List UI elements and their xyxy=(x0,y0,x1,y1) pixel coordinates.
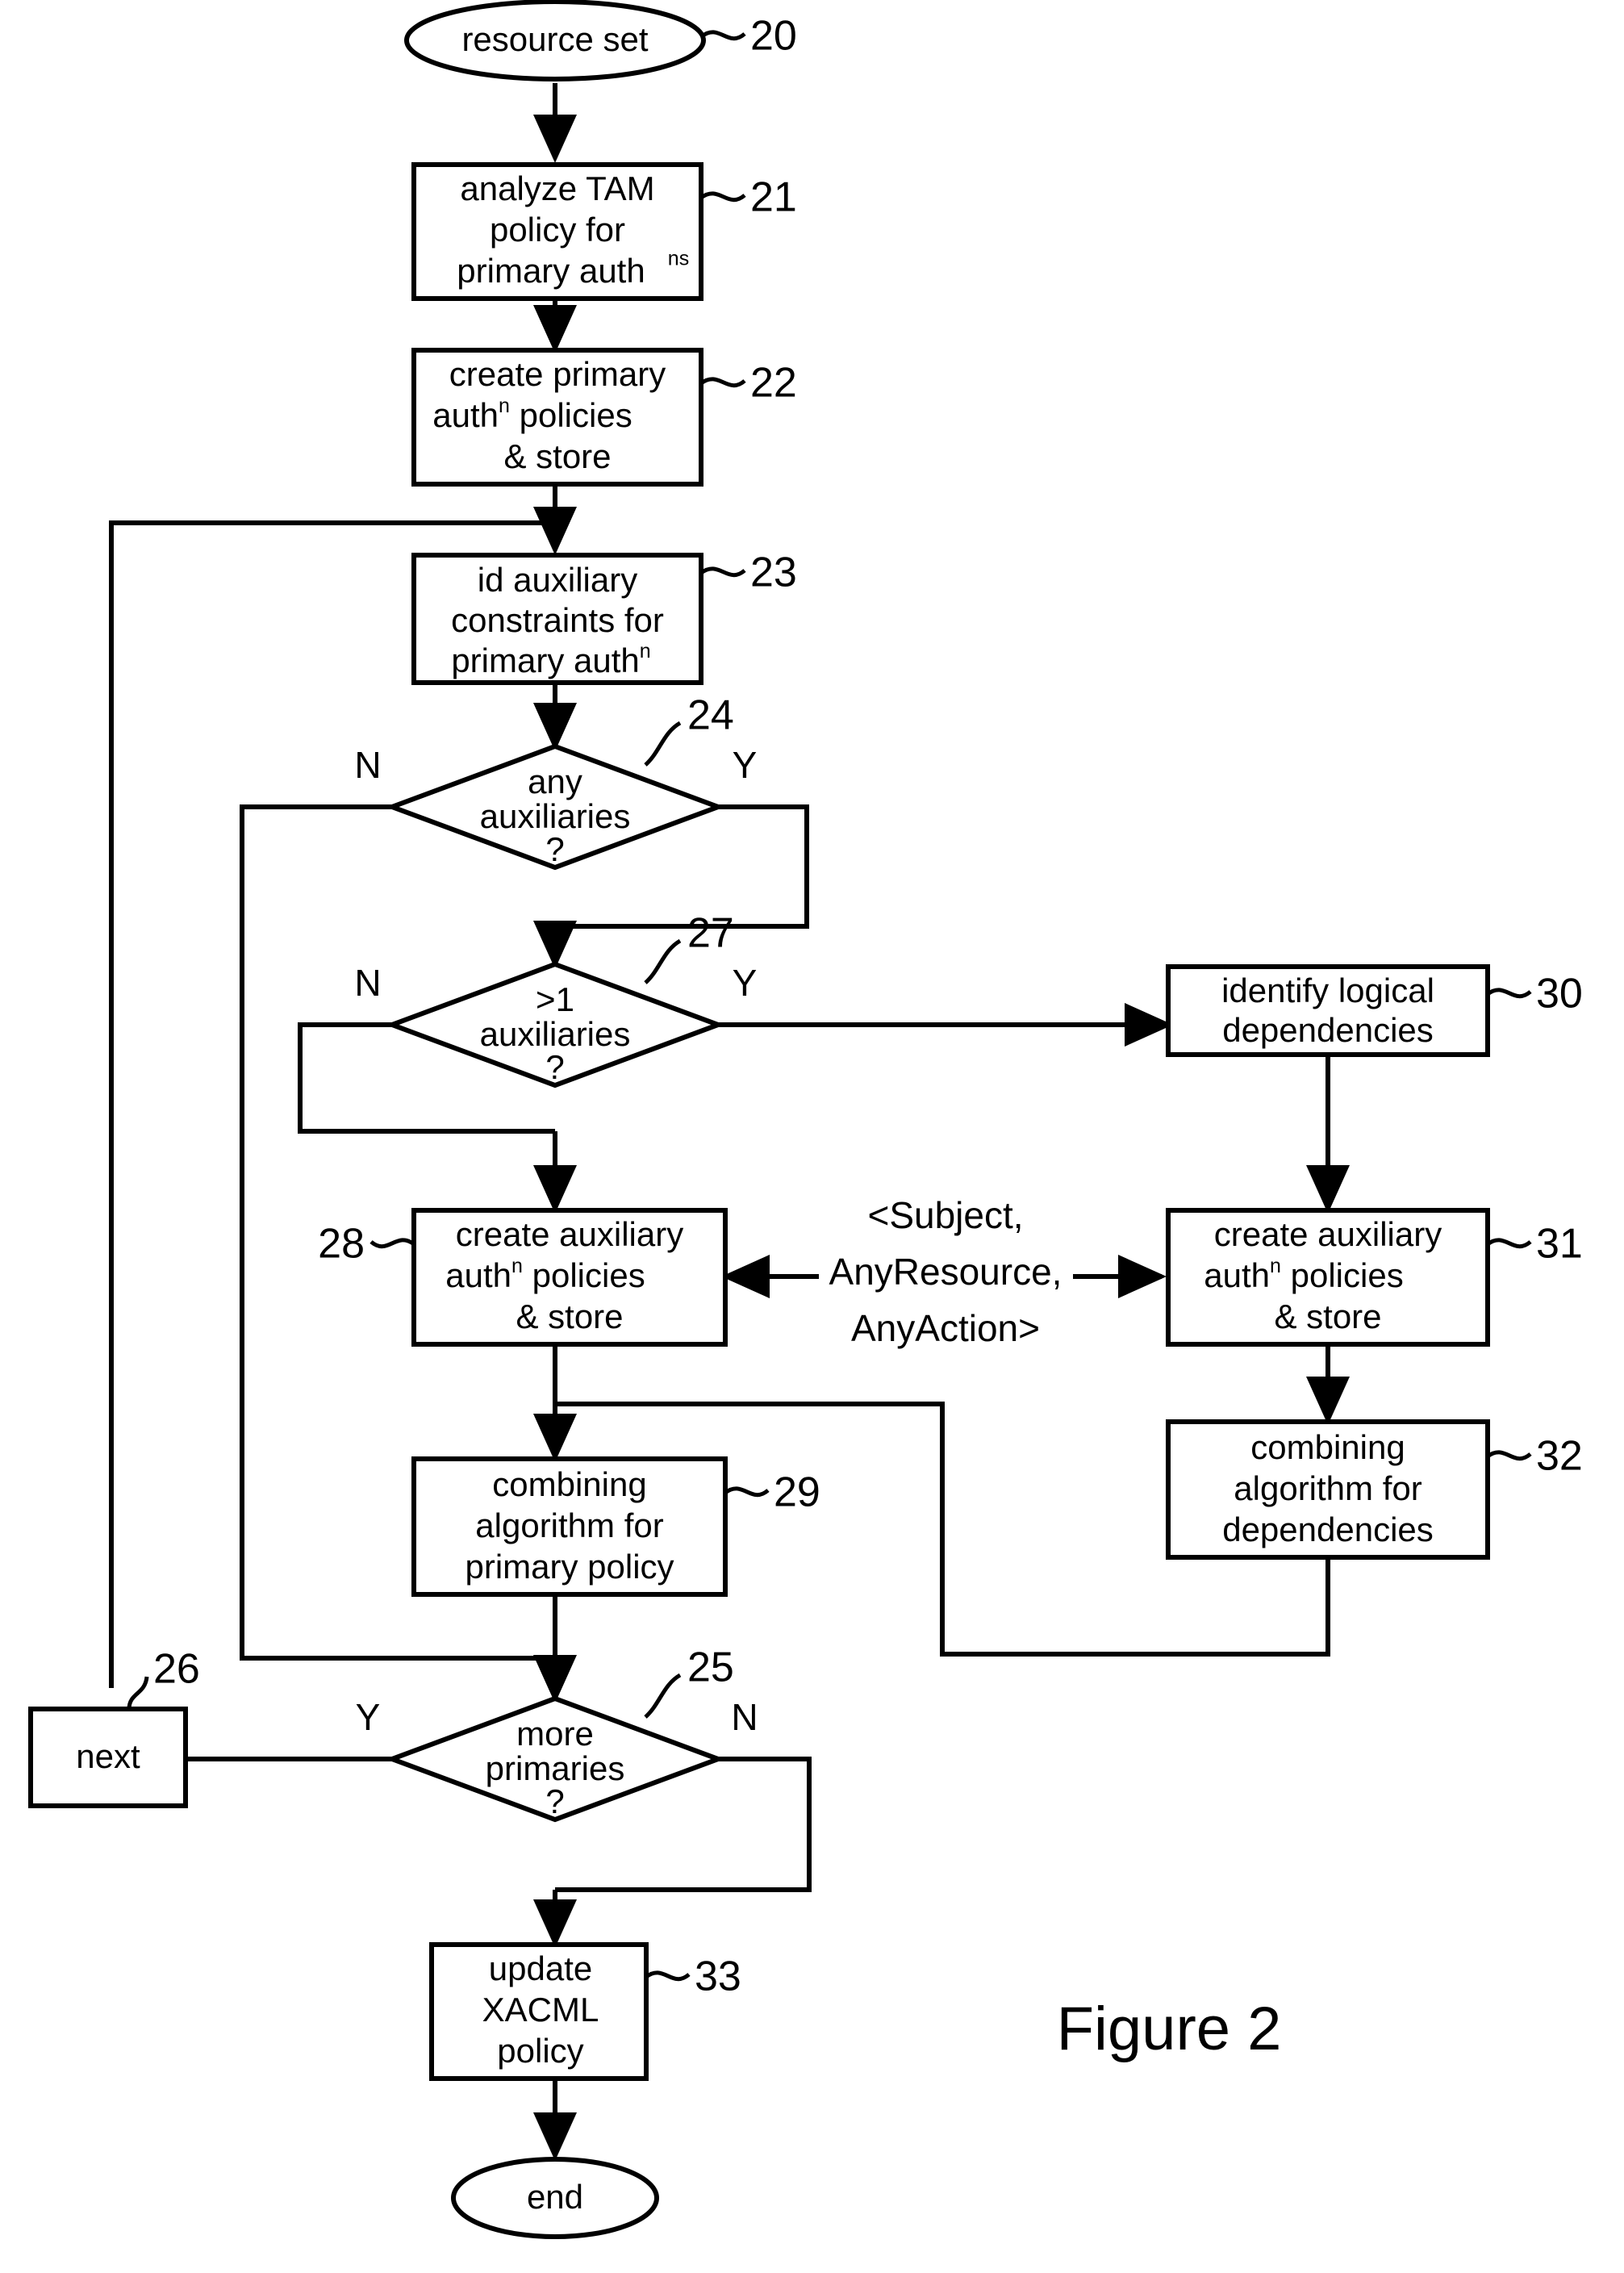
create-aux-right-line-1: create auxiliary xyxy=(1214,1215,1442,1253)
more-primaries-no-label: N xyxy=(731,1696,758,1738)
id-aux-line-1: id auxiliary xyxy=(478,561,637,599)
combine-primary-line-1: combining xyxy=(492,1465,646,1503)
node-end[interactable]: end xyxy=(451,2157,659,2239)
any-aux-line-3: ? xyxy=(545,830,564,868)
identify-deps-line-1: identify logical xyxy=(1221,971,1434,1009)
ref-number-32: 32 xyxy=(1536,1433,1583,1480)
ref-number-24: 24 xyxy=(687,692,734,739)
end-terminal-label: end xyxy=(527,2178,583,2216)
start-terminal-label: resource set xyxy=(461,20,648,58)
combine-deps-line-2: algorithm for xyxy=(1234,1469,1422,1507)
id-aux-line-2: constraints for xyxy=(451,601,664,639)
node-identify-logical-dependencies[interactable]: identify logical dependencies 30 xyxy=(1166,964,1583,1057)
tuple-line-1: <Subject, xyxy=(867,1194,1023,1236)
tuple-line-2: AnyResource, xyxy=(829,1251,1062,1293)
any-aux-yes-label: Y xyxy=(733,744,758,786)
leader-line-31 xyxy=(1486,1238,1532,1249)
any-aux-line-1: any xyxy=(528,763,582,800)
gt1-aux-line-1: >1 xyxy=(536,980,574,1018)
more-primaries-line-1: more xyxy=(516,1715,594,1753)
leader-line-20 xyxy=(700,30,746,41)
figure-caption: Figure 2 xyxy=(1057,1995,1282,2063)
any-aux-no-label: N xyxy=(354,744,381,786)
create-aux-left-line-2: authn policies xyxy=(445,1255,645,1294)
gt1-aux-no-label: N xyxy=(354,962,381,1004)
update-xacml-line-2: XACML xyxy=(482,1991,599,2029)
id-aux-line-3: primary authn xyxy=(451,640,650,679)
flowchart-canvas: resource set 20 analyze TAM policy for p… xyxy=(28,0,1583,2239)
ref-number-30: 30 xyxy=(1536,971,1583,1017)
more-primaries-line-2: primaries xyxy=(486,1749,625,1787)
combine-primary-line-2: algorithm for xyxy=(475,1506,663,1544)
ref-number-21: 21 xyxy=(750,174,797,221)
node-combining-algorithm-primary[interactable]: combining algorithm for primary policy 2… xyxy=(411,1456,820,1597)
ref-number-29: 29 xyxy=(774,1469,820,1516)
leader-line-21 xyxy=(699,191,746,203)
ref-number-28: 28 xyxy=(318,1221,365,1268)
ref-number-20: 20 xyxy=(750,13,797,60)
leader-line-26 xyxy=(127,1676,149,1710)
combine-primary-line-3: primary policy xyxy=(465,1548,674,1586)
leader-line-24 xyxy=(644,721,682,767)
ref-number-23: 23 xyxy=(750,549,797,596)
combine-deps-line-3: dependencies xyxy=(1222,1510,1434,1548)
annotation-subject-tuple: <Subject, AnyResource, AnyAction> xyxy=(829,1194,1062,1349)
identify-deps-line-2: dependencies xyxy=(1222,1011,1434,1049)
leader-line-25 xyxy=(644,1673,682,1719)
node-combining-algorithm-dependencies[interactable]: combining algorithm for dependencies 32 xyxy=(1166,1419,1583,1560)
analyze-line-1: analyze TAM xyxy=(460,169,654,207)
leader-line-30 xyxy=(1486,988,1532,999)
gt1-aux-line-3: ? xyxy=(545,1048,564,1086)
leader-line-32 xyxy=(1486,1450,1532,1461)
node-next[interactable]: next 26 xyxy=(28,1646,200,1808)
ref-number-31: 31 xyxy=(1536,1221,1583,1268)
ref-number-27: 27 xyxy=(687,910,734,957)
node-id-auxiliary-constraints[interactable]: id auxiliary constraints for primary aut… xyxy=(411,549,797,685)
gt1-aux-line-2: auxiliaries xyxy=(480,1015,631,1053)
create-primary-line-2: authn policies xyxy=(432,395,632,434)
any-aux-line-2: auxiliaries xyxy=(480,797,631,835)
ref-number-26: 26 xyxy=(153,1646,200,1693)
leader-line-29 xyxy=(724,1486,770,1498)
leader-line-22 xyxy=(699,377,746,388)
update-xacml-line-3: policy xyxy=(497,2032,583,2070)
node-analyze-tam-policy[interactable]: analyze TAM policy for primary auth ns 2… xyxy=(411,162,797,301)
node-create-auxiliary-policies-left[interactable]: create auxiliary authn policies & store … xyxy=(318,1208,728,1347)
ref-number-25: 25 xyxy=(687,1644,734,1691)
node-update-xacml-policy[interactable]: update XACML policy 33 xyxy=(429,1942,741,2081)
combine-deps-line-1: combining xyxy=(1250,1428,1405,1466)
analyze-line-2: policy for xyxy=(490,211,625,249)
create-primary-line-3: & store xyxy=(503,437,611,475)
analyze-line-3: primary auth xyxy=(457,252,645,290)
leader-line-33 xyxy=(645,1970,691,1982)
more-primaries-line-3: ? xyxy=(545,1782,564,1820)
node-resource-set[interactable]: resource set 20 xyxy=(404,0,797,81)
analyze-superscript: ns xyxy=(668,248,689,270)
create-aux-right-line-2: authn policies xyxy=(1204,1255,1403,1294)
leader-line-28 xyxy=(369,1238,415,1249)
next-label: next xyxy=(76,1737,140,1775)
create-primary-line-1: create primary xyxy=(449,355,666,393)
leader-line-23 xyxy=(699,566,746,578)
more-primaries-yes-label: Y xyxy=(356,1696,381,1738)
node-create-primary-policies[interactable]: create primary authn policies & store 22 xyxy=(411,348,797,487)
leader-line-27 xyxy=(644,938,682,984)
create-aux-left-line-3: & store xyxy=(516,1297,623,1335)
tuple-line-3: AnyAction> xyxy=(851,1307,1040,1349)
create-aux-left-line-1: create auxiliary xyxy=(456,1215,683,1253)
node-create-auxiliary-policies-right[interactable]: create auxiliary authn policies & store … xyxy=(1166,1208,1583,1347)
ref-number-22: 22 xyxy=(750,360,797,407)
update-xacml-line-1: update xyxy=(489,1949,592,1987)
ref-number-33: 33 xyxy=(695,1953,741,2000)
create-aux-right-line-3: & store xyxy=(1274,1297,1381,1335)
figure-page: resource set 20 analyze TAM policy for p… xyxy=(0,0,1624,2273)
gt1-aux-yes-label: Y xyxy=(733,962,758,1004)
